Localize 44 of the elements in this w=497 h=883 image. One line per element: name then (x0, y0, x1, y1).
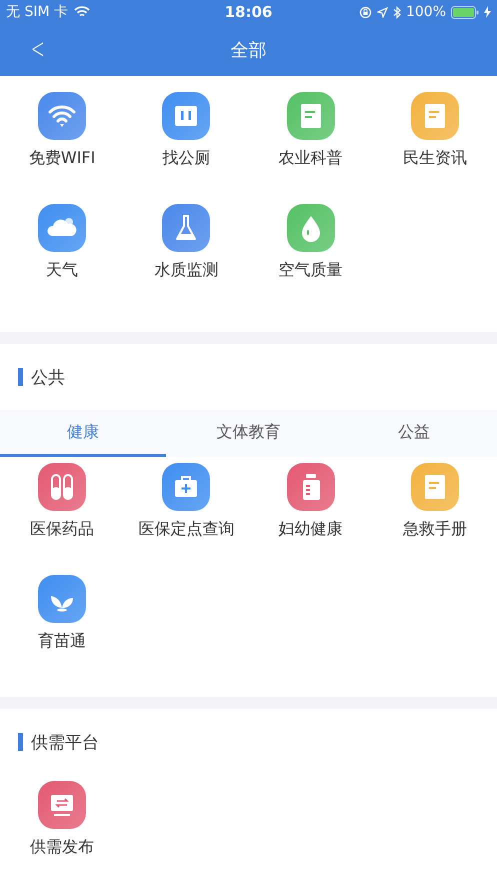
app-label[interactable]: 医保药品 (30, 519, 94, 540)
location-arrow-icon (376, 6, 388, 18)
wifi-signal-icon (74, 6, 90, 18)
app-label[interactable]: 育苗通 (38, 631, 86, 652)
section-title: 供需平台 (31, 732, 99, 754)
app-label[interactable]: 妇幼健康 (278, 519, 343, 540)
battery-icon (451, 6, 479, 18)
rotation-lock-icon (358, 6, 372, 18)
app-label[interactable]: 急救手册 (402, 519, 467, 540)
wifi-icon[interactable] (38, 92, 86, 140)
tab[interactable]: 公益 (331, 410, 497, 457)
bottle-icon[interactable] (286, 463, 335, 511)
app-label[interactable]: 找公厕 (162, 148, 210, 169)
cloud-icon[interactable] (38, 204, 86, 252)
medical-kit-icon[interactable] (162, 463, 210, 511)
app-label[interactable]: 医保定点查询 (138, 519, 234, 540)
app-label[interactable]: 水质监测 (154, 260, 218, 281)
document-icon[interactable] (410, 463, 459, 511)
charging-icon (484, 6, 491, 18)
section-marker (18, 368, 23, 386)
bluetooth-icon (392, 6, 401, 18)
battery-percent-text: 100% (406, 4, 446, 20)
document-icon[interactable] (410, 92, 459, 140)
document-icon[interactable] (286, 92, 335, 140)
monitor-icon[interactable] (38, 781, 86, 829)
tab[interactable]: 文体教育 (166, 410, 332, 457)
app-label[interactable]: 供需发布 (30, 837, 94, 858)
app-label[interactable]: 空气质量 (278, 260, 343, 281)
back-button[interactable]: < (28, 32, 48, 65)
section-title: 公共 (31, 366, 65, 388)
page-title: 全部 (230, 39, 266, 62)
carrier-text: 无 SIM 卡 (6, 3, 68, 21)
leaf-icon[interactable] (38, 575, 86, 623)
tab[interactable]: 健康 (0, 410, 166, 457)
flask-icon[interactable] (162, 204, 210, 252)
app-label[interactable]: 天气 (46, 260, 78, 281)
app-label[interactable]: 民生资讯 (402, 148, 467, 169)
panel-icon[interactable] (162, 92, 210, 140)
pills-icon[interactable] (38, 463, 86, 511)
app-label[interactable]: 免费WIFI (28, 148, 96, 169)
section-marker (18, 733, 23, 751)
drop-icon[interactable] (286, 204, 335, 252)
clock-text: 18:06 (224, 3, 272, 21)
app-label[interactable]: 农业科普 (278, 148, 343, 169)
